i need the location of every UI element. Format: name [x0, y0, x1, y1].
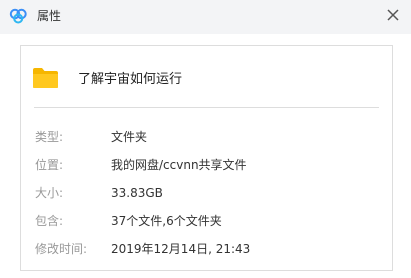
- type-label: 类型:: [35, 130, 64, 144]
- properties-dialog: 属性 了解宇宙如何运行 类型: 文件夹 位置: 我的网盘/ccvnn共享文件 大…: [0, 0, 411, 278]
- folder-name: 了解宇宙如何运行: [78, 72, 183, 87]
- folder-icon: [33, 68, 58, 88]
- contains-value: 37个文件,6个文件夹: [111, 214, 222, 228]
- close-icon[interactable]: [384, 6, 402, 24]
- modified-time-value: 2019年12月14日, 21:43: [111, 242, 251, 256]
- contains-label: 包含:: [35, 214, 64, 228]
- modified-time-label: 修改时间:: [35, 242, 88, 256]
- size-value: 33.83GB: [111, 186, 163, 200]
- type-value: 文件夹: [111, 130, 148, 144]
- divider: [34, 107, 379, 108]
- cloud-icon: [9, 8, 27, 24]
- location-label: 位置:: [35, 158, 64, 172]
- location-value: 我的网盘/ccvnn共享文件: [111, 158, 247, 172]
- window-title: 属性: [37, 9, 62, 23]
- title-bar[interactable]: 属性: [0, 0, 411, 34]
- properties-panel: 了解宇宙如何运行 类型: 文件夹 位置: 我的网盘/ccvnn共享文件 大小: …: [20, 45, 393, 271]
- size-label: 大小:: [35, 186, 64, 200]
